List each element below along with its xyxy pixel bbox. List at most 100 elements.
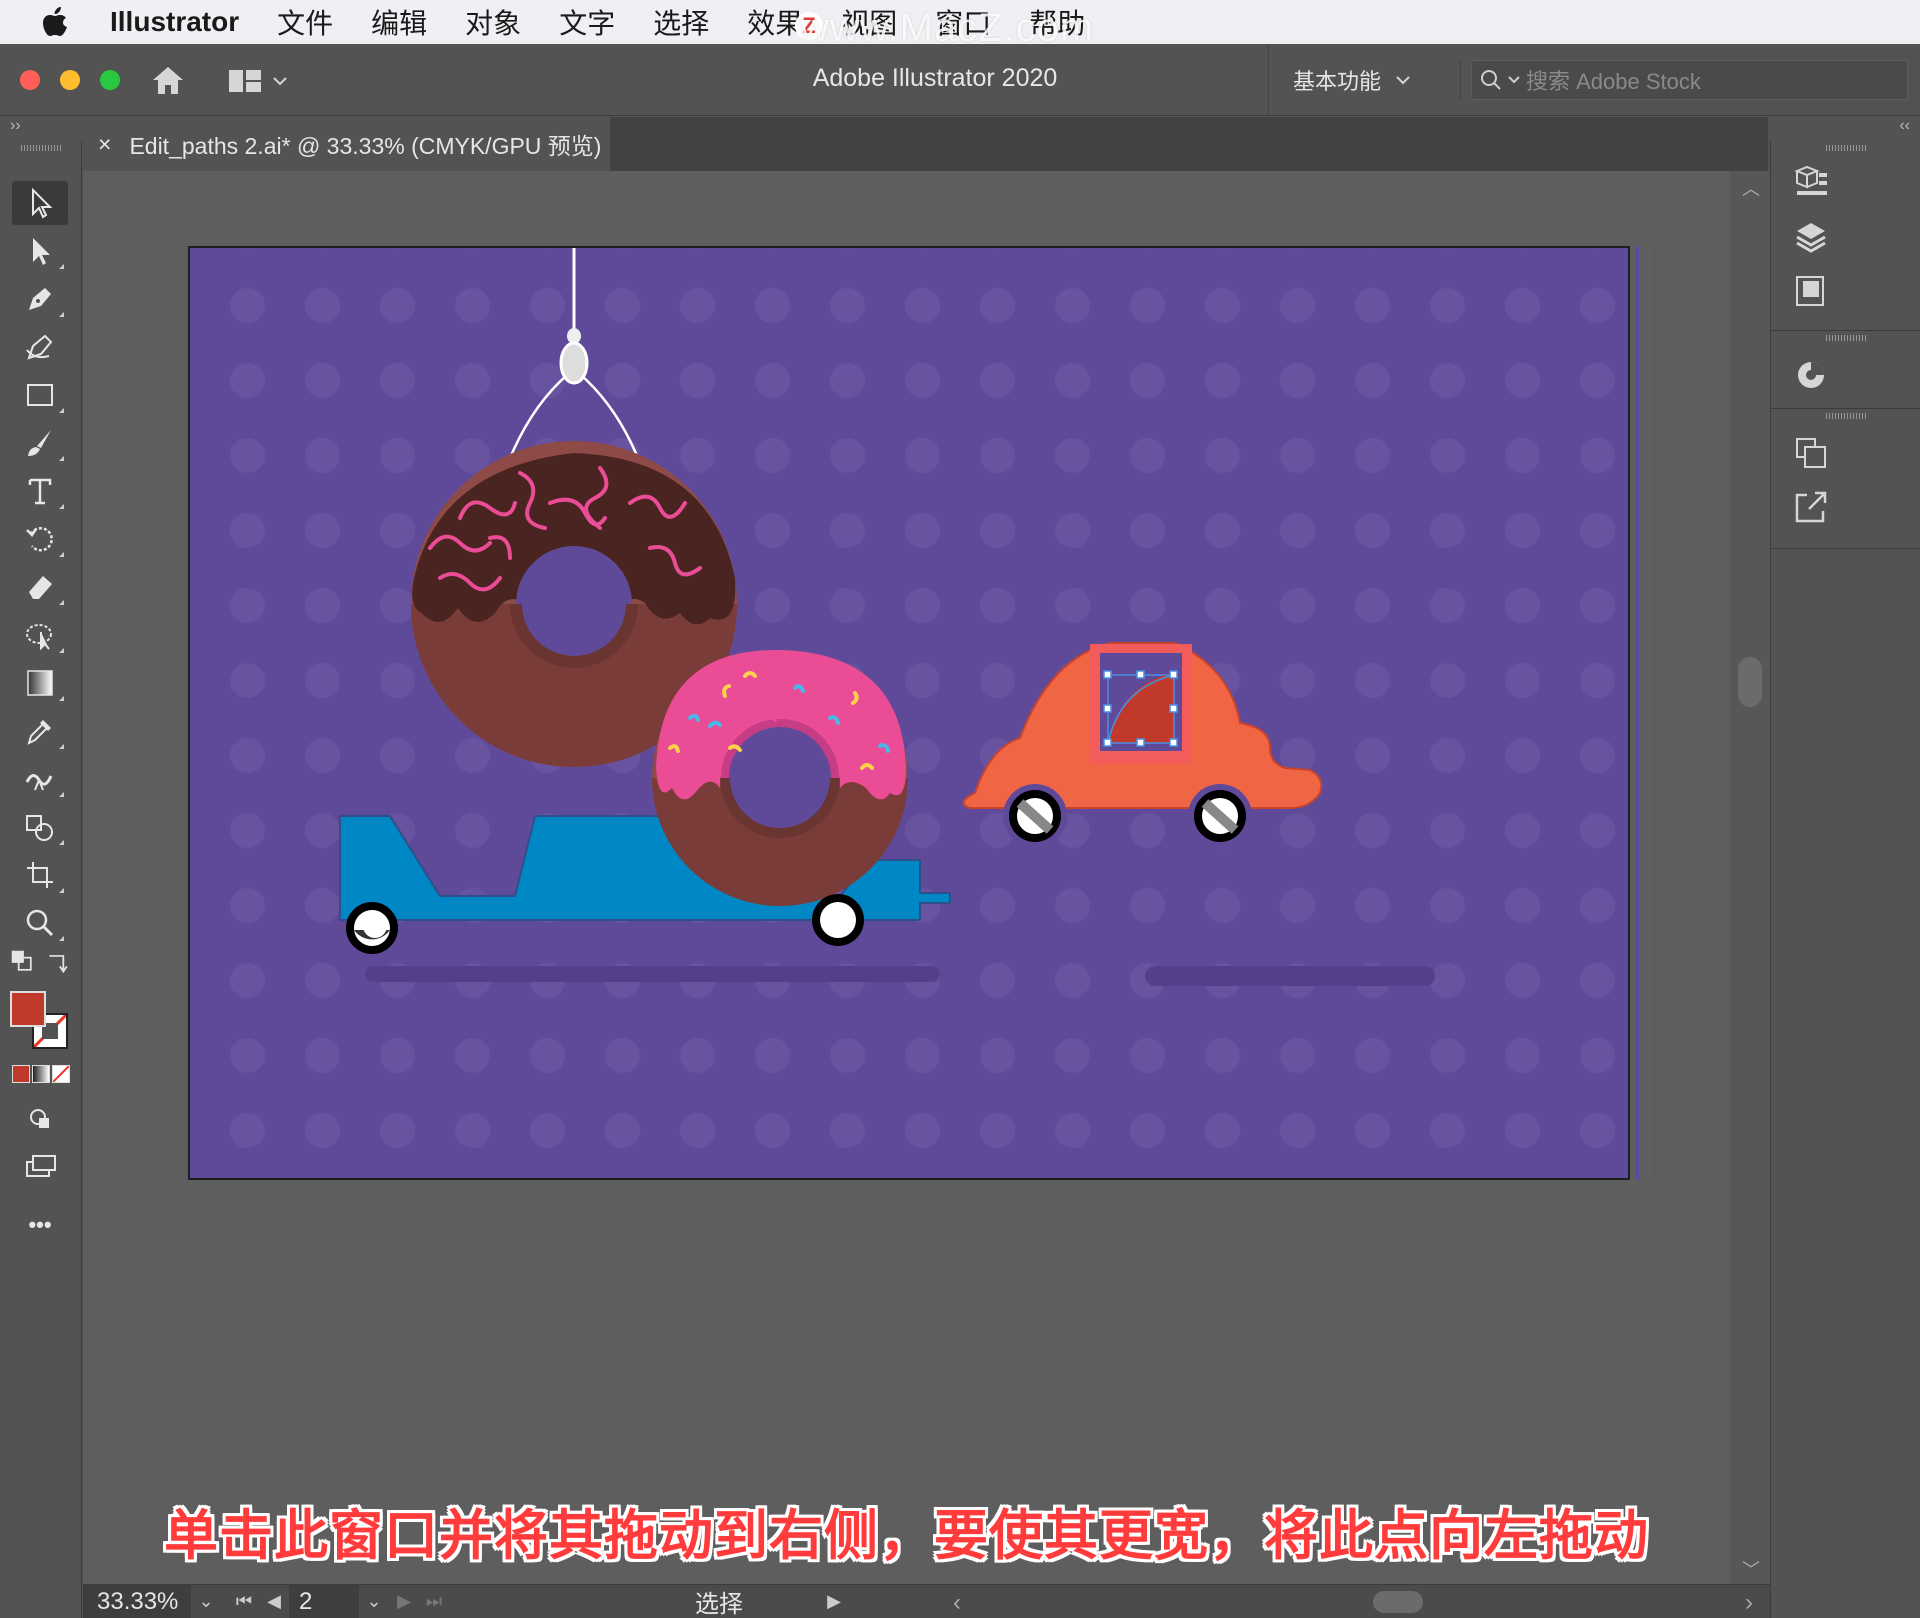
layers-panel-icon[interactable] [1791,217,1831,257]
app-menu[interactable]: Illustrator [110,6,239,38]
curvature-pen-icon [26,334,53,360]
artboard-number-field[interactable]: 2 [289,1584,359,1618]
paintbrush-icon [28,430,51,456]
vertical-scroll-thumb[interactable] [1738,657,1762,707]
trailer-shadow [365,966,940,982]
edit-toolbar-button[interactable]: ••• [12,1203,68,1247]
artboard-dropdown-chevron-icon[interactable]: ⌄ [359,1591,389,1612]
previous-artboard-icon[interactable]: ◀ [259,1591,289,1612]
panel-group-1 [1771,141,1920,331]
apple-icon[interactable] [0,7,110,37]
workspace-switcher[interactable]: 基本功能 [1268,44,1458,116]
toolbar-collapse-button[interactable]: ›› [0,117,82,141]
right-panel-dock [1770,141,1920,1618]
panel-group-3 [1771,409,1920,549]
type-icon [28,478,52,505]
menu-object[interactable]: 对象 [465,2,521,42]
scroll-right-icon[interactable]: › [1745,1589,1753,1617]
artboard-edge-guide [1636,246,1650,1180]
transform-panel-icon[interactable] [1791,433,1831,473]
selection-tool[interactable] [12,181,68,225]
properties-panel-icon[interactable] [1791,163,1831,203]
menu-edit[interactable]: 编辑 [371,2,427,42]
color-mode-buttons [12,1065,70,1083]
horizontal-scroll-thumb[interactable] [1373,1591,1423,1613]
swap-arrow-icon [49,955,68,974]
zoom-tool[interactable] [12,901,68,945]
scroll-down-icon[interactable]: ﹀ [1742,1556,1760,1582]
puppet-warp-icon [26,624,52,651]
swap-colors-button[interactable] [44,947,74,977]
rotate-tool[interactable] [12,517,68,561]
menu-type[interactable]: 文字 [559,2,615,42]
horizontal-scrollbar[interactable]: ‹ › [953,1585,1753,1618]
artboard-icon [27,862,53,888]
menu-file[interactable]: 文件 [277,2,333,42]
panel-grip[interactable] [1826,335,1866,341]
screen-mode-icon [26,1155,56,1177]
menu-bar: Illustrator 文件 编辑 对象 文字 选择 效果 视图 窗口 帮助 Z… [0,0,1920,50]
zoom-dropdown-chevron-icon[interactable]: ⌄ [191,1591,221,1612]
panel-grip[interactable] [1826,145,1866,151]
default-colors-button[interactable] [8,947,38,977]
document-tab[interactable]: × Edit_paths 2.ai* @ 33.33% (CMYK/GPU 预览… [82,117,610,171]
status-bar: 33.33% ⌄ ⏮ ◀ 2 ⌄ ▶ ⏭ 选择 ▶ ‹ › [83,1584,1770,1618]
document-tab-bar: × Edit_paths 2.ai* @ 33.33% (CMYK/GPU 预览… [82,117,1768,171]
eraser-tool[interactable] [12,565,68,609]
zoom-level-field[interactable]: 33.33% [83,1584,191,1618]
export-panel-icon[interactable] [1791,487,1831,527]
car-shadow [1145,966,1435,986]
paintbrush-tool[interactable] [12,421,68,465]
first-artboard-icon[interactable]: ⏮ [229,1591,259,1612]
vertical-scrollbar[interactable]: ︿ ﹀ [1730,171,1770,1584]
default-colors-icon [11,950,32,971]
scroll-up-icon[interactable]: ︿ [1742,175,1760,201]
gradient-icon [27,670,53,696]
direct-selection-tool[interactable] [12,229,68,273]
gradient-tool[interactable] [12,661,68,705]
scroll-left-icon[interactable]: ‹ [953,1589,961,1617]
screen-mode-button[interactable] [12,1145,68,1189]
curvature-tool[interactable] [12,325,68,369]
rectangle-icon [27,384,53,406]
shape-builder-tool[interactable] [12,805,68,849]
document-tab-label: Edit_paths 2.ai* @ 33.33% (CMYK/GPU 预览) [129,133,602,159]
rotate-icon [26,527,53,552]
puppet-warp-tool[interactable] [12,613,68,657]
draw-mode-icon [30,1109,49,1128]
panel-grip[interactable] [20,145,61,151]
status-menu-arrow-icon[interactable]: ▶ [819,1591,849,1612]
fill-stroke-widget[interactable] [10,991,70,1051]
menu-select[interactable]: 选择 [653,2,709,42]
last-artboard-icon: ⏭ [425,1591,443,1611]
gradient-mode-button[interactable] [32,1065,50,1083]
width-tool[interactable] [12,757,68,801]
selection-arrow-icon [32,187,53,219]
none-mode-button[interactable] [52,1065,70,1083]
canvas-area[interactable]: 单击此窗口并将其拖动到右侧，要使其更宽，将此点向左拖动 [83,171,1730,1584]
fill-swatch[interactable] [10,991,46,1027]
color-mode-button[interactable] [12,1065,30,1083]
eyedropper-tool[interactable] [12,709,68,753]
car [962,642,1323,848]
type-tool[interactable] [12,469,68,513]
search-input[interactable]: 搜索 Adobe Stock [1471,60,1908,100]
panel-grip[interactable] [1826,413,1866,419]
direct-selection-icon [33,238,50,265]
panel-group-2 [1771,331,1920,409]
libraries-panel-icon[interactable] [1791,271,1831,311]
workspace-label: 基本功能 [1293,69,1382,94]
tools-panel: ••• [0,141,82,1618]
zoom-icon [26,909,54,937]
pen-tool[interactable] [12,277,68,321]
status-tool-label[interactable]: 选择 [619,1584,819,1618]
draw-mode-button[interactable] [12,1097,68,1141]
chevron-down-icon [1396,76,1410,85]
search-placeholder: 搜索 Adobe Stock [1526,69,1701,94]
artboard[interactable] [188,246,1630,1180]
close-tab-icon[interactable]: × [98,131,111,158]
color-guide-panel-icon[interactable] [1791,355,1831,395]
rectangle-tool[interactable] [12,373,68,417]
panel-dock-collapse-button[interactable]: ‹‹ [1770,117,1920,141]
artboard-tool[interactable] [12,853,68,897]
